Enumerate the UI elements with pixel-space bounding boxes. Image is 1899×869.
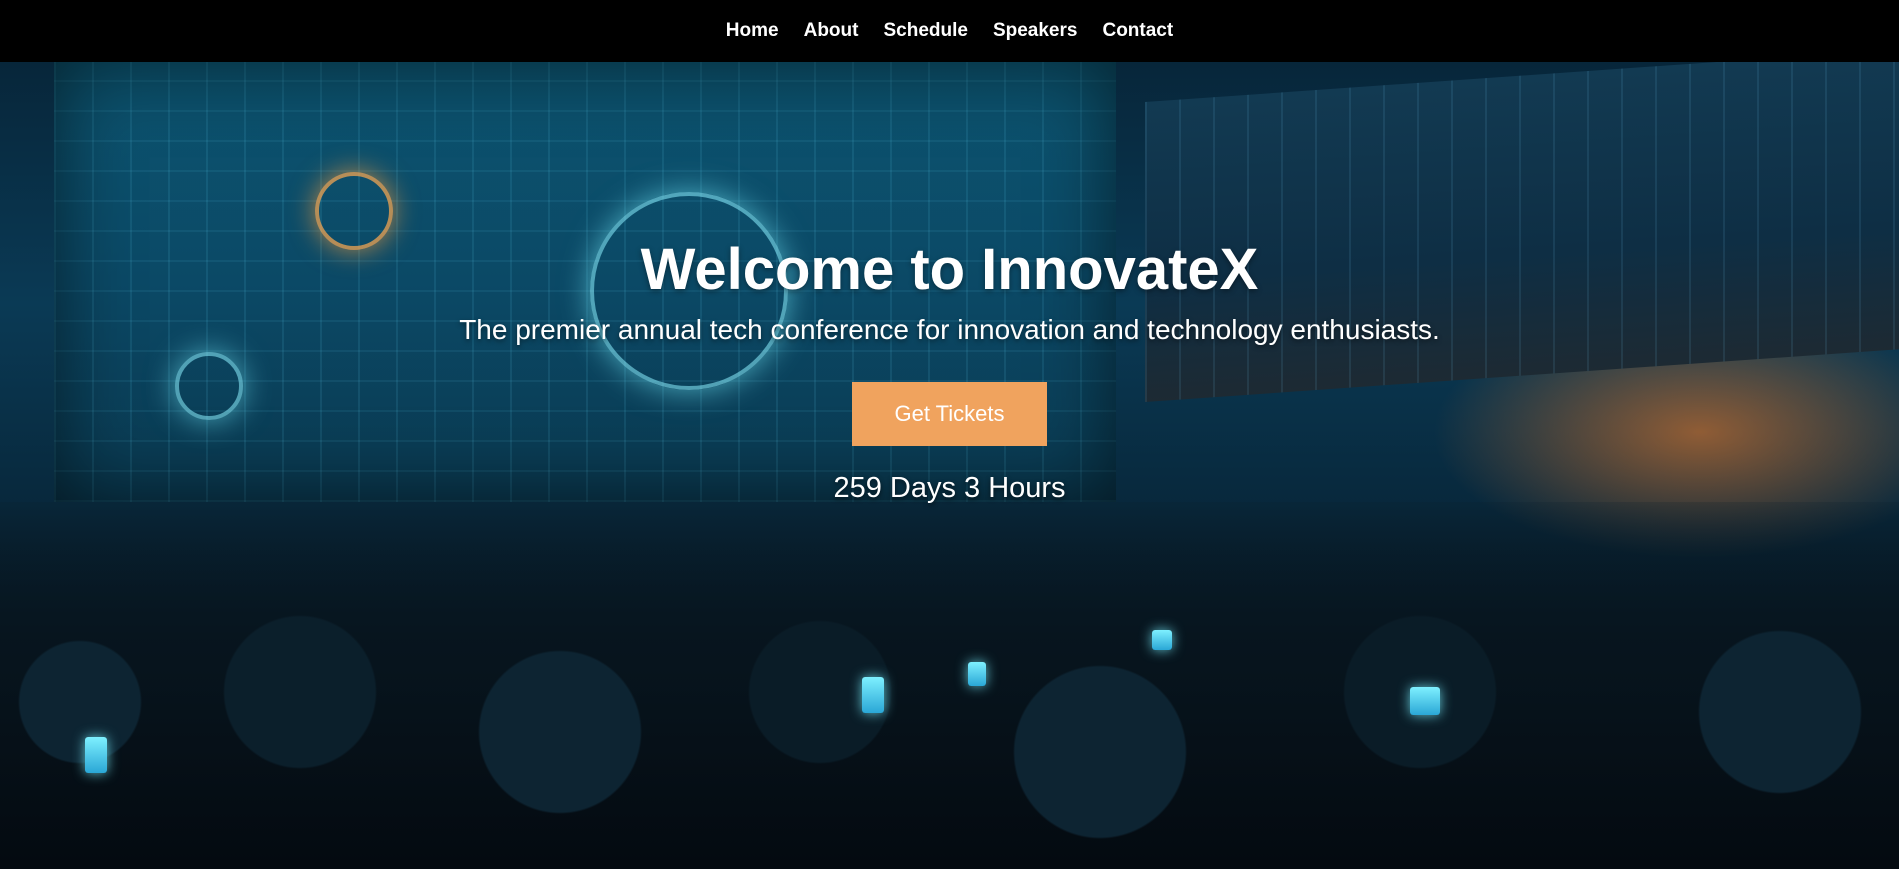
nav-link-contact[interactable]: Contact [1102, 20, 1173, 42]
event-countdown: 259 Days 3 Hours [833, 472, 1066, 504]
hero-background-image [0, 62, 1899, 869]
nav-link-home[interactable]: Home [726, 20, 779, 42]
nav-link-speakers[interactable]: Speakers [993, 20, 1078, 42]
get-tickets-button[interactable]: Get Tickets [852, 382, 1047, 446]
nav-link-about[interactable]: About [804, 20, 859, 42]
crowd-phone-graphic [1410, 687, 1440, 715]
hero-small-ring-graphic [175, 352, 243, 420]
crowd-phone-graphic [1152, 630, 1172, 650]
crowd-phone-graphic [968, 662, 986, 686]
crowd-phone-graphic [85, 737, 107, 773]
hero-subtitle: The premier annual tech conference for i… [459, 314, 1440, 345]
hero-crowd-graphic [0, 502, 1899, 869]
nav-link-schedule[interactable]: Schedule [883, 20, 967, 42]
hero-right-screen-graphic [1145, 62, 1899, 403]
crowd-phone-graphic [862, 677, 884, 713]
hero-title: Welcome to InnovateX [640, 237, 1259, 302]
top-navigation: Home About Schedule Speakers Contact [0, 0, 1899, 62]
